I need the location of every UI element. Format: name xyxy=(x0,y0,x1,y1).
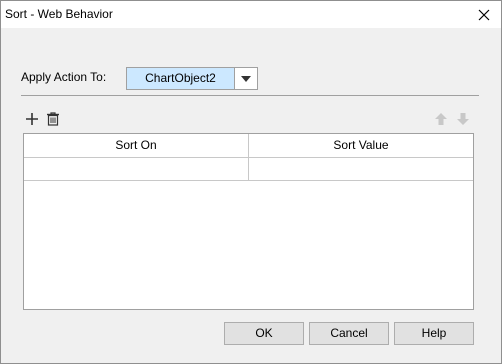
plus-icon[interactable] xyxy=(23,110,41,128)
cancel-button[interactable]: Cancel xyxy=(309,322,389,345)
table-row[interactable] xyxy=(24,158,473,181)
sort-table[interactable]: Sort On Sort Value xyxy=(23,133,474,310)
close-icon[interactable] xyxy=(467,1,501,28)
sort-value-cell[interactable] xyxy=(249,158,473,180)
trash-icon[interactable] xyxy=(44,110,62,128)
table-header: Sort On Sort Value xyxy=(24,134,473,158)
help-button[interactable]: Help xyxy=(394,322,474,345)
column-header-sort-value[interactable]: Sort Value xyxy=(249,134,473,157)
chevron-down-icon[interactable] xyxy=(235,68,257,89)
window-title: Sort - Web Behavior xyxy=(5,7,113,21)
apply-action-label: Apply Action To: xyxy=(21,70,107,84)
sort-web-behavior-dialog: Sort - Web Behavior Apply Action To: Cha… xyxy=(0,0,502,364)
ok-button[interactable]: OK xyxy=(224,322,304,345)
apply-action-combo[interactable]: ChartObject2 xyxy=(126,67,258,90)
apply-action-value: ChartObject2 xyxy=(127,68,235,89)
arrow-down-icon[interactable] xyxy=(454,110,472,128)
sort-on-cell[interactable] xyxy=(24,158,249,180)
separator xyxy=(21,95,479,96)
arrow-up-icon[interactable] xyxy=(432,110,450,128)
title-bar: Sort - Web Behavior xyxy=(1,1,501,28)
column-header-sort-on[interactable]: Sort On xyxy=(24,134,249,157)
